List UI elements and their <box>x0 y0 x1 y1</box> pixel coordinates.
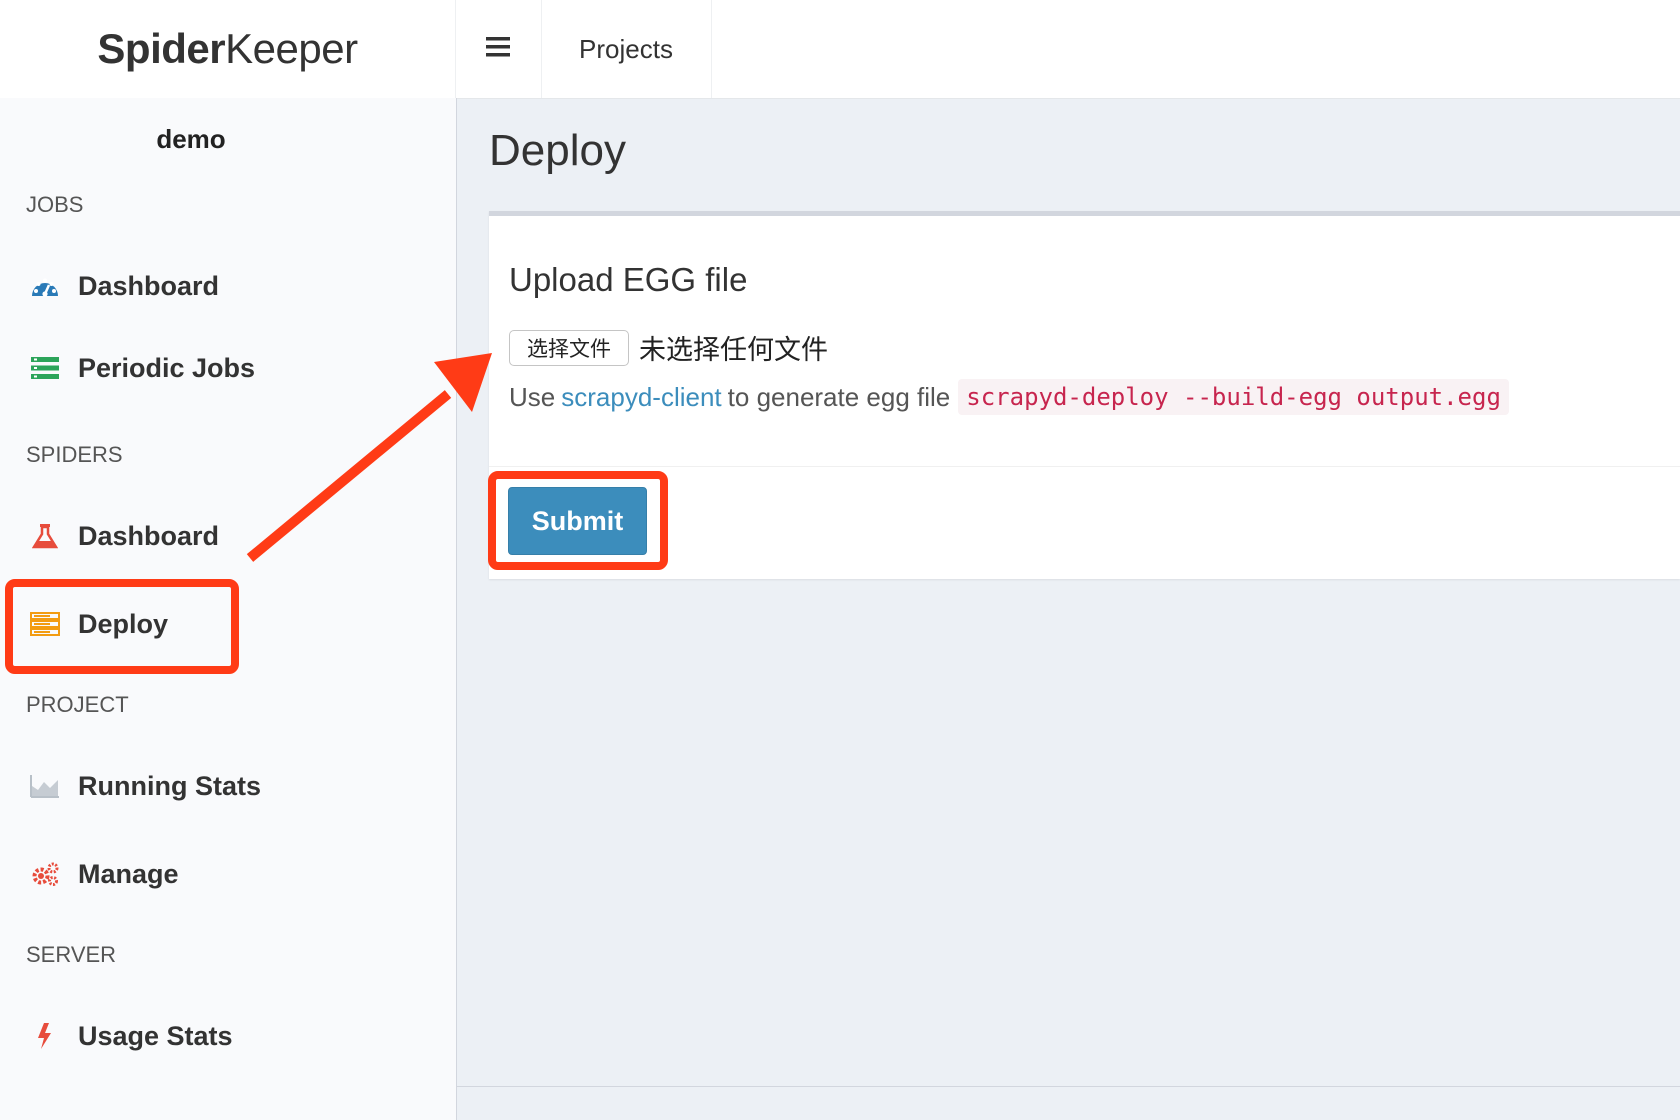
cogs-icon <box>30 859 60 889</box>
sidebar-item-jobs-dashboard[interactable]: Dashboard <box>30 266 219 306</box>
dashboard-gauge-icon <box>30 271 60 301</box>
flask-icon <box>30 521 60 551</box>
logo-light-text: Keeper <box>225 25 358 72</box>
sidebar-item-label: Dashboard <box>78 270 220 301</box>
projects-menu[interactable]: Projects <box>541 0 712 98</box>
sidebar-item-manage[interactable]: Manage <box>30 854 179 894</box>
sidebar-item-label: Manage <box>78 858 179 889</box>
sidebar-item-periodic-jobs[interactable]: Periodic Jobs <box>30 348 255 388</box>
sidebar-item-spiders-dashboard[interactable]: Dashboard <box>30 516 219 556</box>
sidebar-section-server: SERVER <box>26 942 117 967</box>
sidebar-item-label: Dashboard <box>78 520 220 551</box>
project-name: demo <box>156 124 226 154</box>
help-text: Use scrapyd-client to generate egg file … <box>509 379 1509 415</box>
deploy-command-code: scrapyd-deploy --build-egg output.egg <box>958 379 1509 415</box>
bolt-icon <box>30 1021 60 1051</box>
list-icon <box>30 353 60 383</box>
sidebar-section-spiders: SPIDERS <box>26 442 123 467</box>
scrapyd-client-link[interactable]: scrapyd-client <box>561 382 721 413</box>
file-status-text: 未选择任何文件 <box>639 335 828 365</box>
app-logo[interactable]: Spider Keeper <box>0 0 456 98</box>
hamburger-icon <box>486 36 510 62</box>
sidebar-section-jobs: JOBS <box>26 192 84 217</box>
page-title: Deploy <box>489 126 626 175</box>
help-prefix: Use <box>509 381 556 412</box>
help-middle: to generate egg file <box>727 381 951 412</box>
footer-divider <box>457 1086 1680 1087</box>
sidebar-item-label: Running Stats <box>78 770 261 801</box>
submit-highlight-box <box>488 471 668 570</box>
sidebar-item-label: Periodic Jobs <box>78 352 256 383</box>
sidebar-section-project: PROJECT <box>26 692 129 717</box>
top-navbar: Spider Keeper Projects <box>0 0 1680 99</box>
sidebar-item-running-stats[interactable]: Running Stats <box>30 766 261 806</box>
panel-title: Upload EGG file <box>509 261 748 298</box>
sidebar-toggle-button[interactable] <box>455 0 542 98</box>
sidebar-item-label: Usage Stats <box>78 1020 233 1051</box>
deploy-highlight-box <box>5 579 239 674</box>
choose-file-button[interactable]: 选择文件 <box>509 330 629 366</box>
logo-bold-text: Spider <box>97 25 226 72</box>
area-chart-icon <box>30 771 60 801</box>
sidebar-item-usage-stats[interactable]: Usage Stats <box>30 1016 233 1056</box>
